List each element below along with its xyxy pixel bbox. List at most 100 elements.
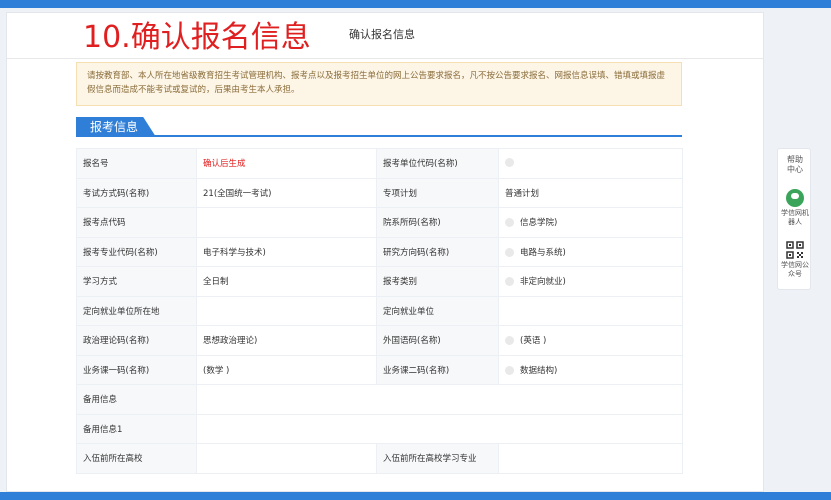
field-value: 数据结构) [498,354,683,385]
field-label: 研究方向码(名称) [376,236,499,267]
bottom-bar [0,492,831,500]
field-label: 学习方式 [76,266,197,297]
cell-text: (数学 ) [203,365,230,376]
page-header: 10.确认报名信息 确认报名信息 [7,13,763,59]
cell-text: 电路与系统) [520,247,566,258]
table-row: 政治理论码(名称) 思想政治理论) 外国语码(名称) (英语 ) [76,325,683,356]
cell-text: 确认后生成 [203,159,246,170]
cell-text: 定向就业单位所在地 [83,306,160,317]
table-row: 备用信息1 [76,413,683,444]
radio-dot-icon [505,218,514,228]
robot-link[interactable]: 学信网机器人 [778,189,812,227]
table-row: 考试方式码(名称) 21(全国统一考试) 专项计划 普通计划 [76,177,683,208]
cell-text: 全日制 [203,277,229,288]
cell-text: 报名号 [83,159,109,170]
cell-text: 考试方式码(名称) [83,188,150,199]
field-label: 报考点代码 [76,207,197,238]
cell-text: 报考专业代码(名称) [83,247,158,258]
cell-text: 定向就业单位 [383,306,435,317]
table-row: 学习方式 全日制 报考类别 非定向就业) [76,266,683,297]
field-value: 信息学院) [498,207,683,238]
table-row: 业务课一码(名称) (数学 ) 业务课二码(名称) 数据结构) [76,354,683,385]
field-label: 外国语码(名称) [376,325,499,356]
field-value [196,384,683,415]
field-label: 备用信息1 [76,413,197,444]
notice-box: 请按教育部、本人所在地省级教育招生考试管理机构、报考点以及报考招生单位的网上公告… [76,62,682,106]
radio-dot-icon [505,365,514,375]
field-label: 业务课二码(名称) [376,354,499,385]
qr-code-icon [786,241,804,259]
cell-text: 政治理论码(名称) [83,336,150,347]
field-label: 报考专业代码(名称) [76,236,197,267]
cell-text: 备用信息 [83,395,118,406]
table-row: 报名号 确认后生成 报考单位代码(名称) [76,148,683,179]
table-row: 报考专业代码(名称) 电子科学与技术) 研究方向码(名称) 电路与系统) [76,236,683,267]
cell-text: 报考点代码 [83,218,126,229]
cell-text: 思想政治理论) [203,336,258,347]
page-title: 确认报名信息 [349,28,415,41]
field-label: 定向就业单位 [376,295,499,326]
field-label: 报名号 [76,148,197,179]
cell-text: 院系所码(名称) [383,218,441,229]
field-label: 报考单位代码(名称) [376,148,499,179]
robot-label: 学信网机器人 [781,209,809,226]
field-label: 业务课一码(名称) [76,354,197,385]
field-label: 入伍前所在高校学习专业 [376,443,499,474]
field-value [196,207,377,238]
field-value: 电路与系统) [498,236,683,267]
cell-text: 报考单位代码(名称) [383,159,458,170]
cell-text: 报考类别 [383,277,418,288]
field-label: 备用信息 [76,384,197,415]
cell-text: 信息学院) [520,218,558,229]
field-label: 定向就业单位所在地 [76,295,197,326]
notice-text: 请按教育部、本人所在地省级教育招生考试管理机构、报考点以及报考招生单位的网上公告… [87,71,666,95]
field-value [498,148,683,179]
cell-text: 入伍前所在高校 [83,454,143,465]
wechat-link[interactable]: 学信网公众号 [778,241,812,279]
cell-text: 研究方向码(名称) [383,247,450,258]
cell-text: 数据结构) [520,365,558,376]
field-value [498,443,683,474]
field-value: 全日制 [196,266,377,297]
section-header: 报考信息 [76,117,682,137]
right-sidebar: 帮助中心 学信网机器人 学信网公众号 [777,148,811,290]
field-value [196,295,377,326]
info-table: 报名号 确认后生成 报考单位代码(名称) 考试方式码(名称) 21(全国统一考试) 专项计… [76,148,683,474]
field-value: 确认后生成 [196,148,377,179]
help-center-label: 帮助中心 [787,155,803,174]
cell-text: 21(全国统一考试) [203,188,272,199]
field-value: 非定向就业) [498,266,683,297]
field-value: 普通计划 [498,177,683,208]
cell-text: (英语 ) [520,336,547,347]
cell-text: 电子科学与技术) [203,247,266,258]
field-value: (英语 ) [498,325,683,356]
wechat-label: 学信网公众号 [781,261,809,278]
radio-dot-icon [505,277,514,287]
field-value [498,295,683,326]
table-row: 入伍前所在高校 入伍前所在高校学习专业 [76,443,683,474]
radio-dot-icon [505,158,514,168]
table-row: 备用信息 [76,384,683,415]
cell-text: 专项计划 [383,188,418,199]
radio-dot-icon [505,336,514,346]
field-label: 专项计划 [376,177,499,208]
field-value [196,413,683,444]
field-label: 院系所码(名称) [376,207,499,238]
section-title: 报考信息 [76,117,156,137]
table-row: 定向就业单位所在地 定向就业单位 [76,295,683,326]
cell-text: 备用信息1 [83,424,123,435]
field-value: 电子科学与技术) [196,236,377,267]
cell-text: 外国语码(名称) [383,336,441,347]
step-title: 10.确认报名信息 [83,20,311,55]
cell-text: 非定向就业) [520,277,566,288]
radio-dot-icon [505,247,514,257]
robot-icon [786,189,804,207]
field-label: 考试方式码(名称) [76,177,197,208]
help-center-link[interactable]: 帮助中心 [778,155,812,175]
field-value [196,443,377,474]
field-label: 报考类别 [376,266,499,297]
table-row: 报考点代码 院系所码(名称) 信息学院) [76,207,683,238]
field-label: 政治理论码(名称) [76,325,197,356]
cell-text: 入伍前所在高校学习专业 [383,454,477,465]
cell-text: 普通计划 [505,188,540,199]
